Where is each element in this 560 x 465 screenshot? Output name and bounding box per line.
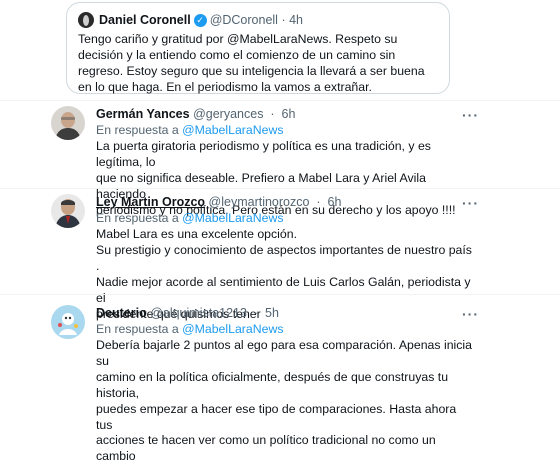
- timestamp[interactable]: 6h: [282, 107, 296, 121]
- quoted-tweet-header: Daniel Coronell ✓ @DCoronell · 4h: [78, 12, 438, 28]
- author-handle[interactable]: @geryances: [193, 107, 263, 121]
- timestamp[interactable]: 6h: [328, 195, 342, 209]
- divider: [0, 100, 560, 101]
- reply-prefix: En respuesta a: [96, 322, 179, 336]
- author-name[interactable]: Ley Martin Orozco: [96, 195, 205, 209]
- mention-link[interactable]: @MabelLaraNews: [182, 322, 283, 336]
- separator-dot: ·: [277, 13, 290, 27]
- timestamp[interactable]: 5h: [265, 306, 279, 320]
- more-options-icon[interactable]: ···: [462, 307, 479, 321]
- separator-dot: ·: [266, 107, 279, 121]
- tweet-header: Deuterio @alquimista1213 · 5h: [96, 305, 279, 321]
- tweet-text: Debería bajarle 2 puntos al ego para esa…: [96, 338, 476, 465]
- tweet-text-line: Nadie mejor acorde al sentimiento de Lui…: [96, 274, 471, 305]
- reply-context: En respuesta a @MabelLaraNews: [96, 122, 283, 138]
- mention-link[interactable]: @MabelLaraNews: [182, 123, 283, 137]
- separator-dot: ·: [250, 306, 262, 320]
- divider: [0, 294, 560, 295]
- author-name[interactable]: Deuterio: [96, 306, 147, 320]
- more-options-icon[interactable]: ···: [462, 196, 479, 210]
- reply-context: En respuesta a @MabelLaraNews: [96, 210, 283, 226]
- author-handle[interactable]: @alquimista1213: [150, 306, 247, 320]
- tweet-text-line: Mabel Lara es una excelente opción.: [96, 227, 297, 241]
- tweet-text-line: Debería bajarle 2 puntos al ego para esa…: [96, 338, 472, 368]
- separator-dot: ·: [312, 195, 325, 209]
- avatar[interactable]: [51, 194, 85, 228]
- reply-prefix: En respuesta a: [96, 123, 179, 137]
- tweet-text-line: puedes empezar a hacer ese tipo de compa…: [96, 401, 457, 432]
- avatar[interactable]: [51, 305, 85, 339]
- tweet-text-line: Su prestigio y conocimiento de aspectos …: [96, 242, 472, 273]
- tweet-text-line: acciones te hacen ver como un político t…: [96, 433, 436, 464]
- reply-prefix: En respuesta a: [96, 211, 179, 225]
- avatar[interactable]: [51, 106, 85, 140]
- quoted-tweet-text: Tengo cariño y gratitud por @MabelLaraNe…: [78, 32, 425, 94]
- reply-context: En respuesta a @MabelLaraNews: [96, 321, 283, 337]
- tweet-text-line: camino en la política oficialmente, desp…: [96, 369, 449, 400]
- tweet-header: Ley Martin Orozco @leymartinorozco · 6h: [96, 194, 341, 210]
- mention-link[interactable]: @MabelLaraNews: [182, 211, 283, 225]
- author-handle[interactable]: @DCoronell: [210, 12, 278, 28]
- divider: [0, 188, 560, 189]
- avatar[interactable]: [78, 12, 94, 28]
- author-name[interactable]: Daniel Coronell: [99, 12, 191, 28]
- tweet-header: Germán Yances @geryances · 6h: [96, 106, 295, 122]
- timestamp[interactable]: 4h: [289, 12, 303, 28]
- author-handle[interactable]: @leymartinorozco: [209, 195, 310, 209]
- more-options-icon[interactable]: ···: [462, 108, 479, 122]
- author-name[interactable]: Germán Yances: [96, 107, 190, 121]
- quoted-tweet[interactable]: Daniel Coronell ✓ @DCoronell · 4h Tengo …: [66, 2, 450, 94]
- verified-badge-icon: ✓: [193, 13, 207, 27]
- tweet-text-line: La puerta giratoria periodismo y polític…: [96, 139, 431, 169]
